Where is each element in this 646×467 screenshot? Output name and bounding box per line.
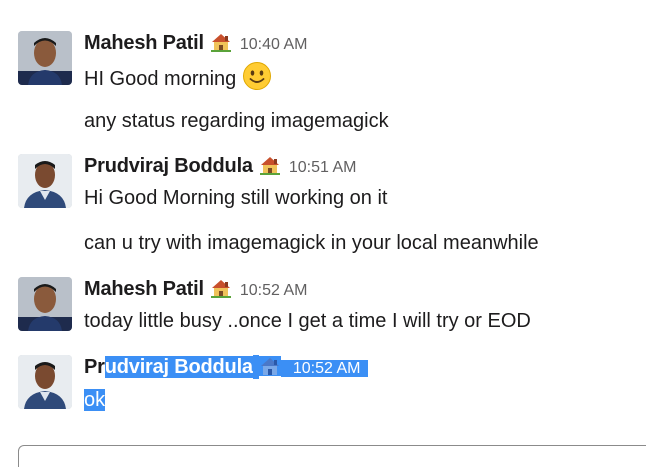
message-text: today little busy ..once I get a time I … [84,310,531,332]
house-emoji-icon [210,280,231,298]
author-name[interactable]: Mahesh Patil [84,278,204,300]
avatar[interactable] [18,355,72,409]
message-text-content: HI Good morning [84,68,237,90]
avatar[interactable] [18,31,72,85]
author-name[interactable]: Mahesh Patil [84,32,204,54]
message-composer-input[interactable] [18,445,646,467]
house-emoji-icon [258,356,281,376]
author-name-selected[interactable]: udviraj Boddula [104,356,253,378]
avatar[interactable] [18,154,72,208]
message-timestamp[interactable]: 10:51 AM [289,159,357,176]
message-text: HI Good morning [84,61,272,90]
message-text: any status regarding imagemagick [84,110,389,132]
avatar[interactable] [18,277,72,331]
message-text-content: ok [84,389,106,411]
chat-message-list: Mahesh Patil 10:40 AM HI Good morning any… [0,0,646,467]
author-name[interactable]: Prudviraj Boddula [84,155,253,177]
message-text: can u try with imagemagick in your local… [84,232,539,254]
message-timestamp[interactable]: 10:52 AM [240,282,308,299]
house-emoji-icon [210,34,231,52]
message-timestamp[interactable]: 10:52 AM [280,360,369,377]
house-emoji-icon [259,157,280,175]
slightly-smiling-face-icon [243,62,272,90]
author-name-unselected[interactable]: Pr [84,356,105,378]
message-text: Hi Good Morning still working on it [84,187,388,209]
message-timestamp[interactable]: 10:40 AM [240,36,308,53]
message-text: ok [84,387,106,413]
